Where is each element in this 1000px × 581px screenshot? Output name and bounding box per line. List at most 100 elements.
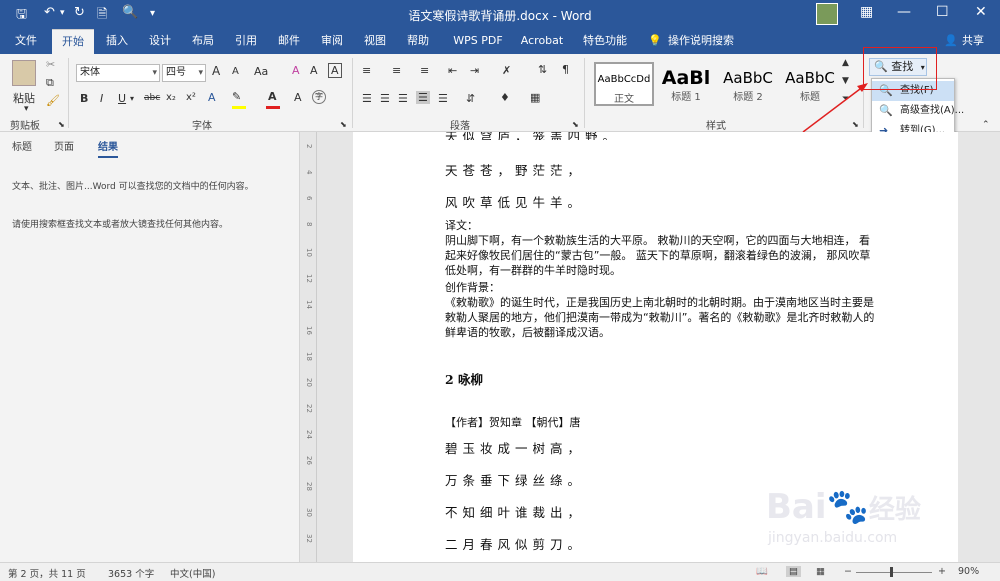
style-heading2[interactable]: AaBbC 标题 2: [718, 62, 778, 106]
copy-icon[interactable]: ⧉: [46, 76, 54, 90]
grow-font-icon[interactable]: A: [212, 64, 220, 78]
line-spacing-icon[interactable]: ⇵: [466, 92, 475, 105]
format-painter-icon[interactable]: 🖌: [46, 94, 60, 107]
clear-format-icon[interactable]: A: [292, 64, 300, 77]
align-left-icon[interactable]: ☰: [362, 92, 372, 105]
chevron-down-icon: ▾: [152, 68, 157, 78]
styles-launcher-icon[interactable]: ⬊: [852, 120, 859, 129]
tab-review[interactable]: 审阅: [312, 29, 352, 54]
chevron-down-icon: ▾: [198, 68, 203, 78]
share-icon[interactable]: 👤: [944, 29, 958, 54]
style-heading1[interactable]: AaBl 标题 1: [656, 62, 716, 106]
font-launcher-icon[interactable]: ⬊: [340, 120, 347, 129]
tab-insert[interactable]: 插入: [97, 29, 137, 54]
styles-more-icon[interactable]: ⏷: [842, 94, 849, 104]
ribbon-tabs: 文件 开始 插入 设计 布局 引用 邮件 审阅 视图 帮助 WPS PDF Ac…: [0, 29, 1000, 54]
zoom-level[interactable]: 90%: [958, 566, 979, 577]
sort-icon[interactable]: ⇅: [538, 63, 547, 76]
print-layout-icon[interactable]: ▤: [786, 566, 801, 577]
minimize-icon[interactable]: —: [897, 4, 911, 20]
tab-file[interactable]: 文件: [5, 29, 47, 54]
paragraph-launcher-icon[interactable]: ⬊: [572, 120, 579, 129]
text-effects-icon[interactable]: A: [208, 91, 216, 104]
shading-icon[interactable]: ♦: [500, 91, 510, 104]
font-name-combo[interactable]: 宋体 ▾: [76, 64, 160, 82]
subscript-button[interactable]: x₂: [166, 92, 176, 103]
cut-icon[interactable]: ✂: [46, 58, 55, 71]
tab-view[interactable]: 视图: [355, 29, 395, 54]
ribbon-display-icon[interactable]: ▦: [860, 4, 873, 20]
styles-scroll-up-icon[interactable]: ▲: [842, 58, 849, 68]
tab-acrobat[interactable]: Acrobat: [514, 29, 570, 54]
zoom-in-icon[interactable]: +: [938, 566, 946, 577]
poem-line: 万条垂下绿丝绦。: [445, 473, 586, 488]
strikethrough-button[interactable]: abc: [144, 93, 160, 103]
shrink-font-icon[interactable]: A: [232, 66, 239, 77]
superscript-button[interactable]: x²: [186, 92, 196, 103]
enclose-char-icon[interactable]: 字: [312, 90, 326, 104]
tab-layout[interactable]: 布局: [183, 29, 223, 54]
decrease-indent-icon[interactable]: ⇤: [448, 64, 457, 77]
highlight-icon[interactable]: ✎: [232, 90, 241, 103]
language[interactable]: 中文(中国): [170, 566, 215, 580]
align-center-icon[interactable]: ☰: [380, 92, 390, 105]
numbering-icon[interactable]: ≡: [392, 64, 401, 77]
translation-title: 译文：: [445, 219, 478, 232]
tab-mailings[interactable]: 邮件: [269, 29, 309, 54]
tab-wps-pdf[interactable]: WPS PDF: [446, 29, 510, 54]
chinese-layout-icon[interactable]: ✗: [502, 64, 511, 77]
borders-icon[interactable]: ▦: [530, 91, 540, 104]
tab-home[interactable]: 开始: [52, 29, 94, 54]
clipboard-launcher-icon[interactable]: ⬊: [58, 120, 65, 129]
align-right-icon[interactable]: ☰: [398, 92, 408, 105]
italic-button[interactable]: I: [100, 92, 103, 105]
user-avatar[interactable]: [816, 3, 838, 25]
nav-tab-pages[interactable]: 页面: [54, 138, 74, 153]
document-canvas[interactable]: 天似穹庐，笼盖四野。 天苍苍，野茫茫， 风吹草低见牛羊。 译文： 阴山脚下啊，有…: [318, 132, 1000, 562]
font-size-combo[interactable]: 四号 ▾: [162, 64, 206, 82]
status-bar: 第 2 页，共 11 页 3653 个字 中文(中国) 📖 ▤ ▦ − + 90…: [0, 562, 1000, 581]
author-line: 【作者】贺知章 【朝代】唐: [445, 416, 581, 429]
read-mode-icon[interactable]: 📖: [756, 566, 768, 577]
char-shading-icon[interactable]: A: [294, 91, 302, 104]
style-title-label: 标题: [800, 92, 820, 103]
char-border-icon[interactable]: A: [328, 63, 342, 78]
menu-item-advanced-find[interactable]: 🔍 高级查找(A)...: [872, 101, 964, 121]
word-count[interactable]: 3653 个字: [108, 566, 154, 580]
page-count[interactable]: 第 2 页，共 11 页: [8, 566, 86, 580]
style-title[interactable]: AaBbC 标题: [780, 62, 840, 106]
web-layout-icon[interactable]: ▦: [816, 566, 825, 577]
change-case-icon[interactable]: Aa: [254, 65, 268, 78]
font-color-icon[interactable]: A: [268, 90, 277, 103]
nav-tab-results[interactable]: 结果: [98, 138, 118, 158]
watermark-brand: Bai: [766, 487, 827, 527]
tab-special[interactable]: 特色功能: [574, 29, 636, 54]
restore-icon[interactable]: ☐: [936, 4, 949, 20]
increase-indent-icon[interactable]: ⇥: [470, 64, 479, 77]
distributed-icon[interactable]: ☰: [438, 92, 448, 105]
underline-button[interactable]: U: [118, 92, 126, 105]
tell-me-search[interactable]: 操作说明搜索: [668, 29, 740, 54]
nav-tab-headings[interactable]: 标题: [12, 138, 32, 153]
show-marks-icon[interactable]: ¶: [562, 63, 569, 76]
collapse-ribbon-icon[interactable]: ⌃: [982, 120, 990, 130]
tab-help[interactable]: 帮助: [398, 29, 438, 54]
bold-button[interactable]: B: [80, 92, 88, 105]
underline-dropdown-icon[interactable]: ▾: [130, 94, 134, 103]
styles-scroll-down-icon[interactable]: ▼: [842, 76, 849, 86]
tab-design[interactable]: 设计: [140, 29, 180, 54]
close-icon[interactable]: ✕: [975, 4, 987, 20]
zoom-out-icon[interactable]: −: [844, 566, 852, 577]
zoom-slider[interactable]: [856, 572, 932, 573]
justify-icon[interactable]: ☰: [416, 91, 430, 104]
group-clipboard: 剪贴板: [10, 121, 40, 132]
navigation-pane: 标题 页面 结果 文本、批注、图片...Word 可以查找您的文档中的任何内容。…: [0, 132, 300, 562]
tab-references[interactable]: 引用: [226, 29, 266, 54]
zoom-slider-thumb[interactable]: [890, 567, 893, 577]
bullets-icon[interactable]: ≡: [362, 64, 371, 77]
phonetic-guide-icon[interactable]: A: [310, 64, 318, 77]
multilevel-list-icon[interactable]: ≡: [420, 64, 429, 77]
paste-dropdown-icon[interactable]: ▾: [24, 104, 29, 114]
share-button[interactable]: 共享: [958, 29, 988, 54]
style-normal[interactable]: AaBbCcDd 正文: [594, 62, 654, 106]
